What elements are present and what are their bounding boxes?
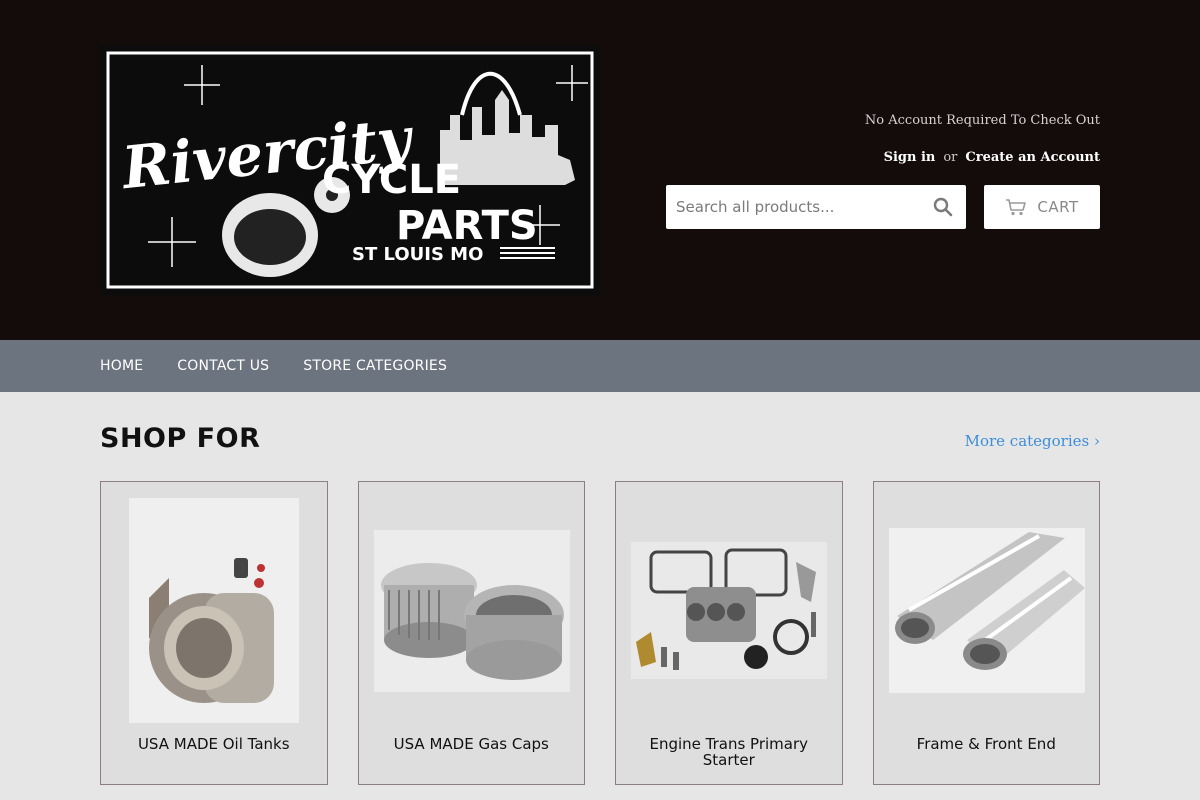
cart-icon — [1006, 199, 1027, 216]
nav-item-home[interactable]: HOME — [100, 358, 143, 374]
logo-image: Rivercity CYCLE PARTS ST LOUIS MO — [100, 45, 600, 295]
category-grid: USA MADE Oil Tanks USA MADE Gas Caps Eng… — [100, 481, 1100, 785]
nav-item-contact-us[interactable]: CONTACT US — [177, 358, 269, 374]
category-title: Frame & Front End — [916, 735, 1056, 753]
shop-for-heading: SHOP FOR — [100, 423, 261, 454]
cart-button[interactable]: CART — [984, 185, 1100, 229]
search-input[interactable] — [666, 185, 920, 229]
search-button[interactable] — [920, 185, 966, 229]
or-separator: or — [943, 150, 958, 165]
engine-parts-image — [631, 542, 827, 679]
sign-in-link[interactable]: Sign in — [884, 150, 936, 165]
category-card-frame-front-end[interactable]: Frame & Front End — [872, 481, 1100, 785]
gas-cap-image — [373, 530, 570, 692]
create-account-link[interactable]: Create an Account — [965, 150, 1100, 165]
category-card-oil-tanks[interactable]: USA MADE Oil Tanks — [100, 481, 328, 785]
category-card-engine-trans[interactable]: Engine Trans Primary Starter — [615, 481, 843, 785]
fork-tubes-image — [888, 528, 1085, 693]
cart-label: CART — [1037, 198, 1079, 216]
category-title: Engine Trans Primary Starter — [649, 735, 809, 769]
oil-tank-image — [129, 498, 299, 723]
category-card-gas-caps[interactable]: USA MADE Gas Caps — [357, 481, 585, 785]
account-links: Sign in or Create an Account — [884, 150, 1100, 165]
search-icon — [933, 197, 953, 217]
svg-text:ST LOUIS MO: ST LOUIS MO — [352, 244, 483, 265]
site-logo[interactable]: Rivercity CYCLE PARTS ST LOUIS MO — [100, 45, 600, 295]
svg-text:CYCLE: CYCLE — [322, 157, 461, 203]
more-categories-link[interactable]: More categories › — [965, 432, 1100, 450]
main-nav: HOME CONTACT US STORE CATEGORIES — [0, 340, 1200, 392]
category-title: USA MADE Oil Tanks — [137, 735, 290, 753]
nav-item-store-categories[interactable]: STORE CATEGORIES — [303, 358, 447, 374]
checkout-note: No Account Required To Check Out — [864, 113, 1100, 128]
svg-text:PARTS: PARTS — [396, 203, 538, 249]
search-form — [666, 185, 966, 229]
category-title: USA MADE Gas Caps — [393, 735, 549, 753]
site-header: Rivercity CYCLE PARTS ST LOUIS MO No Acc… — [0, 0, 1200, 340]
